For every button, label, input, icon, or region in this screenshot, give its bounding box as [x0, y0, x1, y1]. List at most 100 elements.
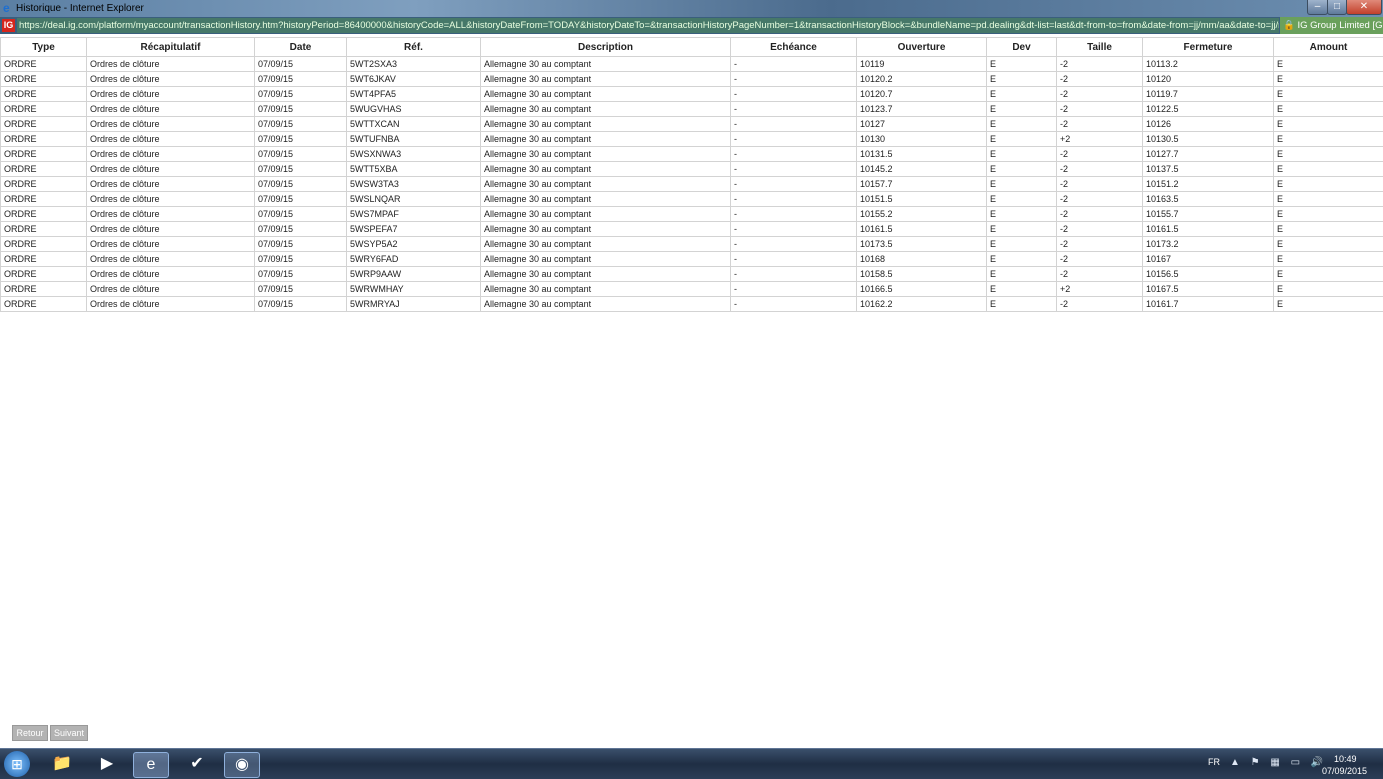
- table-cell: E: [1274, 207, 1383, 222]
- table-cell: 10120.7: [857, 87, 987, 102]
- back-button[interactable]: Retour: [12, 725, 48, 741]
- table-cell: -2: [1057, 192, 1143, 207]
- table-cell: E: [1274, 117, 1383, 132]
- url-field[interactable]: https://deal.ig.com/platform/myaccount/t…: [17, 18, 1279, 33]
- media-player-icon[interactable]: ▶: [90, 752, 124, 776]
- table-cell: Allemagne 30 au comptant: [481, 207, 731, 222]
- table-cell: 5WRMRYAJ: [347, 297, 481, 312]
- table-cell: 10131.5: [857, 147, 987, 162]
- table-cell: Allemagne 30 au comptant: [481, 222, 731, 237]
- table-cell: -: [731, 87, 857, 102]
- table-cell: 5WSLNQAR: [347, 192, 481, 207]
- column-header[interactable]: Amount: [1274, 38, 1383, 57]
- table-cell: 10167.5: [1143, 282, 1274, 297]
- table-cell: 10151.2: [1143, 177, 1274, 192]
- column-header[interactable]: Taille: [1057, 38, 1143, 57]
- checkmark-app-icon[interactable]: ✔: [180, 752, 214, 776]
- table-cell: E: [987, 297, 1057, 312]
- table-cell: 10168: [857, 252, 987, 267]
- table-cell: 07/09/15: [255, 177, 347, 192]
- table-cell: Ordres de clôture: [87, 252, 255, 267]
- table-cell: Ordres de clôture: [87, 72, 255, 87]
- column-header[interactable]: Récapitulatif: [87, 38, 255, 57]
- column-header[interactable]: Echéance: [731, 38, 857, 57]
- close-button[interactable]: ✕: [1346, 0, 1382, 15]
- table-cell: E: [987, 267, 1057, 282]
- table-cell: 10163.5: [1143, 192, 1274, 207]
- page-content: TypeRécapitulatifDateRéf.DescriptionEché…: [0, 36, 1383, 748]
- table-cell: E: [987, 192, 1057, 207]
- table-cell: ORDRE: [1, 237, 87, 252]
- table-cell: -: [731, 147, 857, 162]
- table-cell: 5WSXNWA3: [347, 147, 481, 162]
- table-cell: Ordres de clôture: [87, 87, 255, 102]
- column-header[interactable]: Type: [1, 38, 87, 57]
- start-button[interactable]: ⊞: [4, 751, 30, 777]
- table-cell: E: [1274, 132, 1383, 147]
- table-cell: 10122.5: [1143, 102, 1274, 117]
- column-header[interactable]: Date: [255, 38, 347, 57]
- certificate-badge[interactable]: 🔒 IG Group Limited [GB]: [1280, 17, 1383, 34]
- column-header[interactable]: Réf.: [347, 38, 481, 57]
- table-cell: 07/09/15: [255, 87, 347, 102]
- table-cell: 07/09/15: [255, 237, 347, 252]
- clock-time[interactable]: 10:49: [1334, 754, 1357, 764]
- table-cell: Ordres de clôture: [87, 297, 255, 312]
- table-cell: E: [987, 87, 1057, 102]
- column-header[interactable]: Description: [481, 38, 731, 57]
- table-cell: E: [987, 207, 1057, 222]
- table-cell: 10123.7: [857, 102, 987, 117]
- table-cell: -: [731, 177, 857, 192]
- window-title-bar[interactable]: e Historique - Internet Explorer – □ ✕: [0, 0, 1383, 17]
- table-cell: 10155.7: [1143, 207, 1274, 222]
- table-cell: E: [987, 57, 1057, 72]
- table-row: ORDREOrdres de clôture07/09/155WTTXCANAl…: [1, 117, 1383, 132]
- language-indicator[interactable]: FR: [1208, 757, 1220, 767]
- table-cell: E: [987, 177, 1057, 192]
- table-cell: -2: [1057, 222, 1143, 237]
- maximize-button[interactable]: □: [1327, 0, 1347, 15]
- table-cell: -: [731, 117, 857, 132]
- table-cell: Allemagne 30 au comptant: [481, 117, 731, 132]
- minimize-button[interactable]: –: [1307, 0, 1328, 15]
- table-cell: ORDRE: [1, 252, 87, 267]
- system-tray-icons[interactable]: ▲ ⚑ ▦ ▭ 🔊: [1230, 757, 1327, 768]
- next-button[interactable]: Suivant: [50, 725, 88, 741]
- table-cell: 5WTUFNBA: [347, 132, 481, 147]
- table-cell: ORDRE: [1, 102, 87, 117]
- table-cell: 10157.7: [857, 177, 987, 192]
- table-cell: 07/09/15: [255, 192, 347, 207]
- table-cell: E: [987, 237, 1057, 252]
- table-cell: ORDRE: [1, 192, 87, 207]
- table-cell: E: [987, 102, 1057, 117]
- table-cell: ORDRE: [1, 132, 87, 147]
- table-cell: Ordres de clôture: [87, 192, 255, 207]
- table-cell: -: [731, 57, 857, 72]
- table-cell: E: [1274, 147, 1383, 162]
- table-row: ORDREOrdres de clôture07/09/155WT2SXA3Al…: [1, 57, 1383, 72]
- column-header[interactable]: Ouverture: [857, 38, 987, 57]
- table-cell: Ordres de clôture: [87, 117, 255, 132]
- file-explorer-icon[interactable]: 📁: [45, 752, 79, 776]
- table-cell: -2: [1057, 117, 1143, 132]
- table-cell: 5WRWMHAY: [347, 282, 481, 297]
- internet-explorer-task-icon[interactable]: e: [133, 752, 169, 778]
- table-cell: ORDRE: [1, 117, 87, 132]
- internet-explorer-icon: e: [3, 2, 15, 14]
- table-cell: 07/09/15: [255, 207, 347, 222]
- clock-date[interactable]: 07/09/2015: [1322, 766, 1367, 776]
- lock-icon: 🔒: [1283, 20, 1295, 31]
- column-header[interactable]: Fermeture: [1143, 38, 1274, 57]
- table-cell: E: [1274, 297, 1383, 312]
- table-cell: Ordres de clôture: [87, 147, 255, 162]
- table-cell: 10161.7: [1143, 297, 1274, 312]
- table-cell: 07/09/15: [255, 267, 347, 282]
- table-cell: E: [1274, 267, 1383, 282]
- table-cell: E: [1274, 237, 1383, 252]
- column-header[interactable]: Dev: [987, 38, 1057, 57]
- table-cell: 07/09/15: [255, 147, 347, 162]
- bird-app-icon[interactable]: ◉: [224, 752, 260, 778]
- table-cell: 07/09/15: [255, 282, 347, 297]
- table-cell: ORDRE: [1, 177, 87, 192]
- table-cell: 07/09/15: [255, 102, 347, 117]
